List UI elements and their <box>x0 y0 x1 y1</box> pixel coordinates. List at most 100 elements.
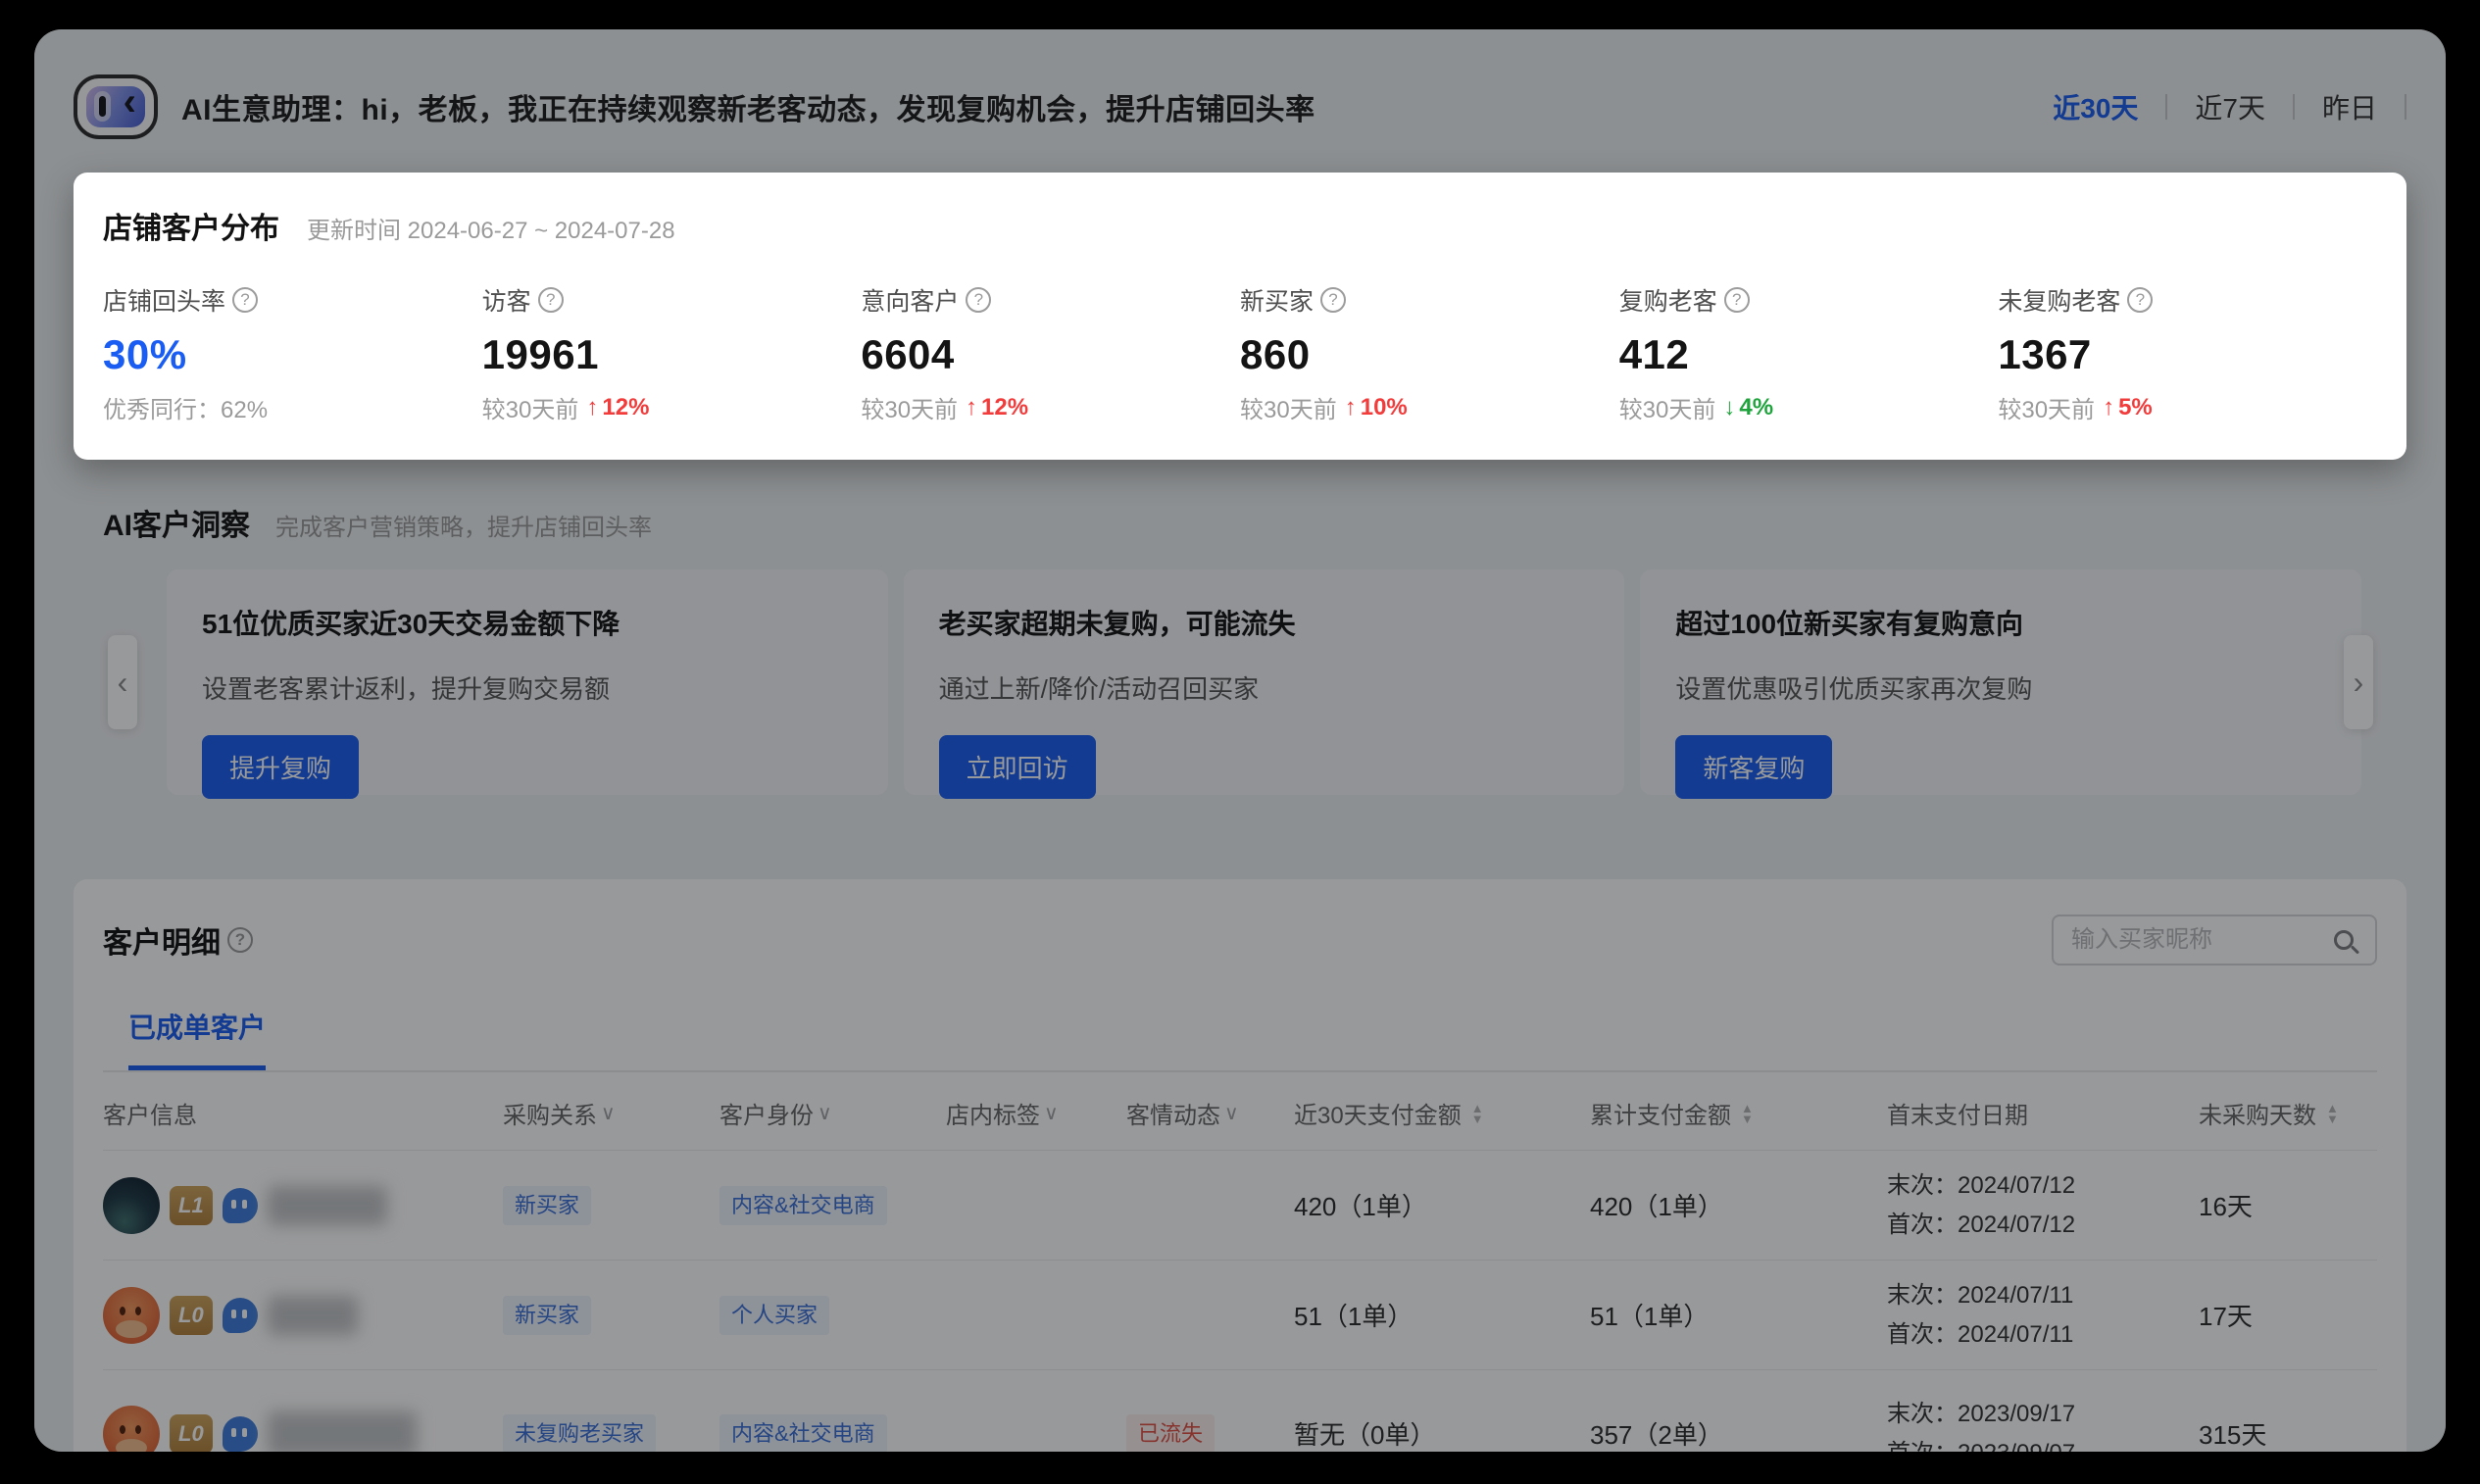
customer-distribution-card: 店铺客户分布 更新时间 2024-06-27 ~ 2024-07-28 店铺回头… <box>74 173 2406 460</box>
filter-divider <box>2405 94 2406 120</box>
days-since-purchase: 315天 <box>2199 1415 2377 1452</box>
amount-total: 51（1单） <box>1590 1297 1887 1333</box>
pay-dates: 末次：2024/07/12首次：2024/07/12 <box>1887 1166 2199 1244</box>
help-icon[interactable]: ? <box>232 287 258 313</box>
robot-face-icon <box>86 86 145 127</box>
identity-tag: 内容&社交电商 <box>719 1414 887 1453</box>
days-since-purchase: 17天 <box>2199 1297 2377 1333</box>
time-range-filters: 近30天 近7天 昨日 <box>2053 87 2406 126</box>
help-icon[interactable]: ? <box>1320 287 1346 313</box>
blurred-buyer-name <box>268 1411 417 1453</box>
table-row[interactable]: L0 未复购老买家 内容&社交电商 已流失 暂无（0单） 357（2单） 末次：… <box>103 1370 2377 1452</box>
compare-label: 较30天前 <box>482 390 579 424</box>
table-row[interactable]: L1 新买家 内容&社交电商 420（1单） 420（1单） 末次：2024/0… <box>103 1151 2377 1261</box>
relation-tag: 新买家 <box>503 1186 591 1225</box>
trend-up: ↑12% <box>966 394 1028 421</box>
help-icon[interactable]: ? <box>1724 287 1750 313</box>
help-icon[interactable]: ? <box>2127 287 2153 313</box>
dashboard-panel: AI生意助理：hi，老板，我正在持续观察新老客动态，发现复购机会，提升店铺回头率… <box>34 29 2446 1452</box>
amount-30d: 暂无（0单） <box>1294 1415 1590 1452</box>
wangwang-chat-icon[interactable] <box>223 1188 258 1223</box>
status-tag: 已流失 <box>1126 1414 1215 1453</box>
table-row[interactable]: L0 新买家 个人买家 51（1单） 51（1单） 末次：2024/07/11首… <box>103 1261 2377 1370</box>
card-title: 店铺客户分布 <box>103 204 279 247</box>
insight-card-new-buyer-intent[interactable]: 超过100位新买家有复购意向 设置优惠吸引优质买家再次复购 新客复购 <box>1640 569 2361 795</box>
metric-label: 店铺回头率 <box>103 282 225 318</box>
column-label: 未采购天数 <box>2199 1096 2316 1130</box>
insight-title: 51位优质买家近30天交易金额下降 <box>202 603 853 642</box>
trend-down: ↓4% <box>1723 394 1773 421</box>
arrow-up-icon: ↑ <box>2103 394 2114 421</box>
filter-chevron-icon[interactable]: ∨ <box>1224 1101 1239 1125</box>
chevron-right-icon: › <box>2354 665 2364 701</box>
compare-label: 较30天前 <box>1998 390 2095 424</box>
metric-intent-customers: 意向客户? 6604 较30天前↑12% <box>861 282 1240 424</box>
help-icon[interactable]: ? <box>966 287 991 313</box>
tab-ordered-customers[interactable]: 已成单客户 <box>128 1007 266 1070</box>
update-time: 更新时间 2024-06-27 ~ 2024-07-28 <box>307 211 675 245</box>
search-icon[interactable] <box>2334 930 2354 950</box>
filter-last-7-days[interactable]: 近7天 <box>2195 87 2265 126</box>
filter-chevron-icon[interactable]: ∨ <box>818 1101 832 1125</box>
filter-chevron-icon[interactable]: ∨ <box>1044 1101 1059 1125</box>
level-badge: L0 <box>170 1414 213 1453</box>
insight-title: 老买家超期未复购，可能流失 <box>939 603 1590 642</box>
help-icon[interactable]: ? <box>227 927 253 953</box>
chevron-left-icon: ‹ <box>118 665 128 701</box>
metric-value: 860 <box>1240 331 1619 378</box>
sort-icon[interactable]: ▲▼ <box>1471 1103 1484 1124</box>
compare-label: 较30天前 <box>1240 390 1337 424</box>
column-label: 店内标签 <box>946 1096 1040 1130</box>
metric-return-rate: 店铺回头率? 30% 优秀同行：62% <box>103 282 482 424</box>
search-input[interactable] <box>2071 926 2334 954</box>
arrow-up-icon: ↑ <box>1345 394 1357 421</box>
filter-yesterday[interactable]: 昨日 <box>2322 87 2377 126</box>
blurred-buyer-name <box>268 1296 358 1335</box>
metric-value: 412 <box>1619 331 1999 378</box>
metric-label: 意向客户 <box>861 282 959 318</box>
top-bar: AI生意助理：hi，老板，我正在持续观察新老客动态，发现复购机会，提升店铺回头率… <box>34 29 2446 161</box>
insight-desc: 设置优惠吸引优质买家再次复购 <box>1675 669 2326 706</box>
amount-total: 420（1单） <box>1590 1187 1887 1223</box>
filter-last-30-days[interactable]: 近30天 <box>2053 87 2138 126</box>
column-label: 首末支付日期 <box>1887 1096 2028 1130</box>
customer-details-card: 客户明细? 已成单客户 客户信息 采购关系∨ 客户身份∨ 店内标签∨ 客情动态∨… <box>74 879 2406 1452</box>
new-customer-repurchase-button[interactable]: 新客复购 <box>1675 735 1832 799</box>
sort-icon[interactable]: ▲▼ <box>1741 1103 1754 1124</box>
carousel-next-button[interactable]: › <box>2344 635 2373 729</box>
revisit-now-button[interactable]: 立即回访 <box>939 735 1096 799</box>
help-icon[interactable]: ? <box>538 287 564 313</box>
arrow-up-icon: ↑ <box>586 394 598 421</box>
days-since-purchase: 16天 <box>2199 1187 2377 1223</box>
blurred-buyer-name <box>268 1186 387 1225</box>
compare-label: 较30天前 <box>1619 390 1716 424</box>
insight-desc: 通过上新/降价/活动召回买家 <box>939 669 1590 706</box>
amount-total: 357（2单） <box>1590 1415 1887 1452</box>
insight-desc: 设置老客累计返利，提升复购交易额 <box>202 669 853 706</box>
section-title: AI客户洞察 <box>103 501 250 544</box>
metric-value: 30% <box>103 331 482 378</box>
column-label: 客户身份 <box>719 1096 814 1130</box>
metric-label: 未复购老客 <box>1998 282 2120 318</box>
metric-label: 复购老客 <box>1619 282 1717 318</box>
carousel-prev-button[interactable]: ‹ <box>108 635 137 729</box>
metric-value: 1367 <box>1998 331 2377 378</box>
sort-icon[interactable]: ▲▼ <box>2326 1103 2339 1124</box>
insight-card-premium-buyers[interactable]: 51位优质买家近30天交易金额下降 设置老客累计返利，提升复购交易额 提升复购 <box>167 569 888 795</box>
wangwang-chat-icon[interactable] <box>223 1298 258 1333</box>
details-tabs: 已成单客户 <box>103 1007 2377 1072</box>
wangwang-chat-icon[interactable] <box>223 1416 258 1452</box>
boost-repurchase-button[interactable]: 提升复购 <box>202 735 359 799</box>
insight-card-overdue-buyers[interactable]: 老买家超期未复购，可能流失 通过上新/降价/活动召回买家 立即回访 <box>904 569 1625 795</box>
level-badge: L0 <box>170 1296 213 1335</box>
metric-label: 访客 <box>482 282 531 318</box>
metric-value: 19961 <box>482 331 862 378</box>
buyer-search-box[interactable] <box>2052 915 2377 965</box>
ai-insights-section: AI客户洞察 完成客户营销策略，提升店铺回头率 51位优质买家近30天交易金额下… <box>74 501 2406 795</box>
metric-label: 新买家 <box>1240 282 1314 318</box>
insight-cards: 51位优质买家近30天交易金额下降 设置老客累计返利，提升复购交易额 提升复购 … <box>167 569 2361 795</box>
relation-tag: 新买家 <box>503 1296 591 1335</box>
ai-assistant-robot-icon <box>74 74 158 139</box>
column-label: 累计支付金额 <box>1590 1096 1731 1130</box>
filter-chevron-icon[interactable]: ∨ <box>601 1101 616 1125</box>
